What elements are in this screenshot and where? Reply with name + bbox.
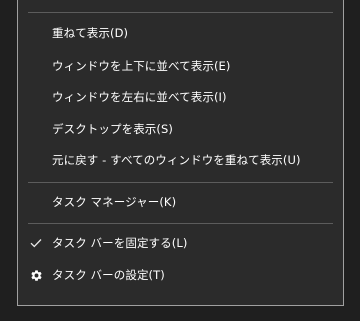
menu-item-side-by-side-windows[interactable]: ウィンドウを左右に並べて表示(I) bbox=[18, 82, 343, 112]
menu-item-show-desktop[interactable]: デスクトップを表示(S) bbox=[18, 114, 343, 144]
menu-item-taskbar-settings[interactable]: タスク バーの設定(T) bbox=[18, 260, 343, 290]
menu-separator bbox=[28, 12, 333, 13]
menu-item-undo-cascade[interactable]: 元に戻す - すべてのウィンドウを重ねて表示(U) bbox=[18, 145, 343, 175]
menu-separator bbox=[28, 223, 333, 224]
menu-item-stack-windows[interactable]: ウィンドウを上下に並べて表示(E) bbox=[18, 51, 343, 81]
menu-item-task-manager[interactable]: タスク マネージャー(K) bbox=[18, 187, 343, 217]
menu-item-label: タスク マネージャー(K) bbox=[52, 195, 177, 209]
gear-icon bbox=[29, 268, 43, 282]
menu-item-label: タスク バーを固定する(L) bbox=[52, 236, 188, 250]
menu-item-cascade-windows[interactable]: 重ねて表示(D) bbox=[18, 18, 343, 48]
taskbar-context-menu: 重ねて表示(D) ウィンドウを上下に並べて表示(E) ウィンドウを左右に並べて表… bbox=[17, 0, 344, 306]
menu-item-label: デスクトップを表示(S) bbox=[52, 122, 173, 136]
menu-item-label: ウィンドウを左右に並べて表示(I) bbox=[52, 90, 227, 104]
check-icon bbox=[29, 236, 43, 250]
menu-item-label: 重ねて表示(D) bbox=[52, 26, 129, 40]
menu-item-label: ウィンドウを上下に並べて表示(E) bbox=[52, 59, 231, 73]
menu-item-label: タスク バーの設定(T) bbox=[52, 268, 165, 282]
menu-item-label: 元に戻す - すべてのウィンドウを重ねて表示(U) bbox=[52, 153, 301, 167]
menu-separator bbox=[28, 182, 333, 183]
menu-item-lock-taskbar[interactable]: タスク バーを固定する(L) bbox=[18, 228, 343, 258]
